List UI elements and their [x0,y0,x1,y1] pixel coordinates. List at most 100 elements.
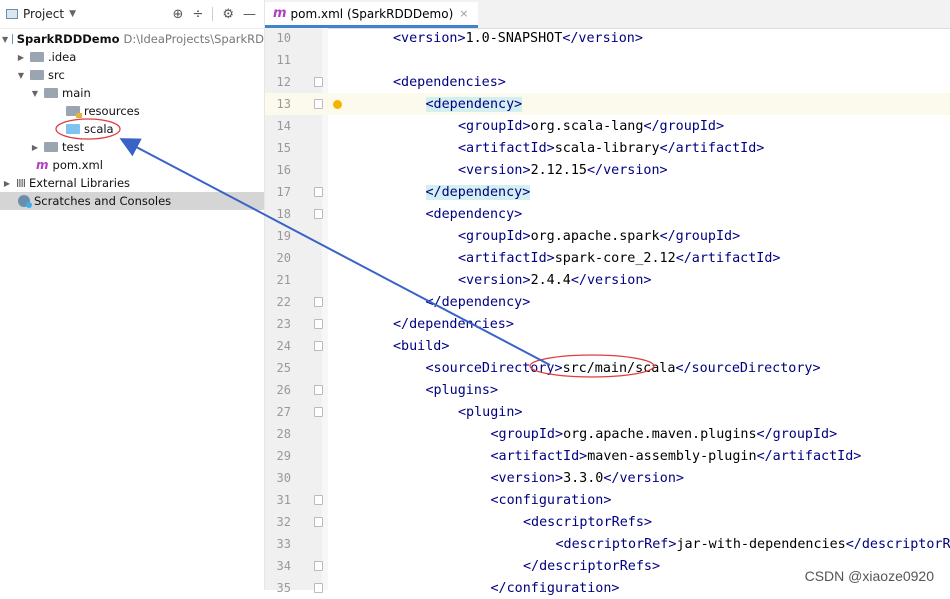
code-text: <plugins> [426,383,499,398]
code-line[interactable]: 28<groupId>org.apache.maven.plugins</gro… [265,423,950,445]
collapse-icon[interactable]: ÷ [192,7,203,22]
line-number: 25 [265,361,291,375]
line-number: 31 [265,493,291,507]
tree-item-root[interactable]: ▼ SparkRDDDemo D:\IdeaProjects\SparkRD [0,30,264,48]
code-text: <dependency> [426,97,523,112]
code-line[interactable]: 30<version>3.3.0</version> [265,467,950,489]
tab-label: pom.xml (SparkRDDDemo) [291,7,454,21]
line-number: 29 [265,449,291,463]
code-text: <sourceDirectory>src/main/scala</sourceD… [426,361,821,376]
fold-marker-icon[interactable] [314,583,323,593]
tree-item-label: main [62,86,91,100]
project-title: Project [23,7,64,21]
fold-marker-icon[interactable] [314,495,323,505]
tree-item-label: test [62,140,84,154]
fold-marker-icon[interactable] [314,319,323,329]
line-number: 18 [265,207,291,221]
code-line[interactable]: 13 <dependency> [265,93,950,115]
code-line[interactable]: 20<artifactId>spark-core_2.12</artifactI… [265,247,950,269]
tree-item-resources[interactable]: resources [0,102,264,120]
code-text: </dependency> [426,295,531,310]
code-line[interactable]: 18<dependency> [265,203,950,225]
code-line[interactable]: 23</dependencies> [265,313,950,335]
tree-item-external-libraries[interactable]: ▶ IIII External Libraries [0,174,264,192]
code-line[interactable]: 25 <sourceDirectory>src/main/scala</sourc… [265,357,950,379]
code-text: <groupId>org.scala-lang</groupId> [458,119,724,134]
line-number: 32 [265,515,291,529]
code-line[interactable]: 11 [265,49,950,71]
line-number: 16 [265,163,291,177]
code-text: <artifactId>maven-assembly-plugin</artif… [491,449,862,464]
close-icon[interactable]: × [459,7,468,20]
tab-pom-xml[interactable]: m pom.xml (SparkRDDDemo) × [265,2,478,28]
maven-file-icon: m [273,6,287,21]
tree-item-label: .idea [48,50,76,64]
tree-item-test[interactable]: ▶ test [0,138,264,156]
tree-item-main[interactable]: ▼ main [0,84,264,102]
code-line[interactable]: 26<plugins> [265,379,950,401]
expand-arrow-icon[interactable]: ▶ [16,53,26,62]
line-number: 22 [265,295,291,309]
fold-marker-icon[interactable] [314,297,323,307]
code-line[interactable]: 22 </dependency> [265,291,950,313]
line-number: 27 [265,405,291,419]
code-line[interactable]: 15<artifactId>scala-library</artifactId> [265,137,950,159]
code-line[interactable]: 10 <version>1.0-SNAPSHOT</version> [265,27,950,49]
watermark: CSDN @xiaoze0920 [805,568,934,584]
folder-icon [30,70,44,80]
code-line[interactable]: 27<plugin> [265,401,950,423]
code-text: <version>2.4.4</version> [458,273,652,288]
code-line[interactable]: 21<version>2.4.4</version> [265,269,950,291]
code-line[interactable]: 33<descriptorRef>jar-with-dependencies</… [265,533,950,555]
library-icon: IIII [16,177,25,190]
tree-item-idea[interactable]: ▶ .idea [0,48,264,66]
fold-marker-icon[interactable] [314,341,323,351]
gear-icon[interactable]: ⚙ [222,7,234,22]
expand-arrow-icon[interactable]: ▼ [30,89,40,98]
line-number: 17 [265,185,291,199]
line-number: 28 [265,427,291,441]
code-line[interactable]: 12<dependencies> [265,71,950,93]
line-number: 23 [265,317,291,331]
fold-marker-icon[interactable] [314,385,323,395]
expand-arrow-icon[interactable]: ▶ [30,143,40,152]
minimize-icon[interactable]: — [243,7,256,22]
expand-arrow-icon[interactable]: ▼ [2,35,8,44]
code-text: <version>1.0-SNAPSHOT</version> [393,31,643,46]
tree-item-src[interactable]: ▼ src [0,66,264,84]
code-line[interactable]: 31<configuration> [265,489,950,511]
fold-marker-icon[interactable] [314,187,323,197]
tree-item-scala[interactable]: scala [0,120,264,138]
editor-tab-bar: m pom.xml (SparkRDDDemo) × [265,0,950,29]
code-line[interactable]: 29 <artifactId>maven-assembly-plugin</art… [265,445,950,467]
expand-arrow-icon[interactable]: ▼ [16,71,26,80]
code-line[interactable]: 14<groupId>org.scala-lang</groupId> [265,115,950,137]
code-line[interactable]: 16<version>2.12.15</version> [265,159,950,181]
line-number: 10 [265,31,291,45]
lightbulb-icon[interactable] [333,100,342,109]
fold-marker-icon[interactable] [314,517,323,527]
code-line[interactable]: 17</dependency> [265,181,950,203]
line-number: 33 [265,537,291,551]
fold-marker-icon[interactable] [314,99,323,109]
tree-item-pom[interactable]: m pom.xml [0,156,264,174]
tree-item-scratches[interactable]: Scratches and Consoles [0,192,264,210]
expand-arrow-icon[interactable]: ▶ [2,179,12,188]
module-folder-icon [12,34,13,44]
code-text: <build> [393,339,449,354]
code-line[interactable]: 24<build> [265,335,950,357]
project-view-selector[interactable]: Project ▼ [0,7,76,21]
line-number: 13 [265,97,291,111]
code-editor[interactable]: 10<version>1.0-SNAPSHOT</version>1112<de… [265,28,950,590]
line-number: 12 [265,75,291,89]
code-line[interactable]: 19<groupId>org.apache.spark</groupId> [265,225,950,247]
code-text: <artifactId>scala-library</artifactId> [458,141,764,156]
tree-item-label: src [48,68,65,82]
code-line[interactable]: 32<descriptorRefs> [265,511,950,533]
fold-marker-icon[interactable] [314,407,323,417]
fold-marker-icon[interactable] [314,209,323,219]
fold-marker-icon[interactable] [314,561,323,571]
dropdown-caret-icon: ▼ [69,9,76,19]
fold-marker-icon[interactable] [314,77,323,87]
crosshair-icon[interactable]: ⊕ [173,7,184,22]
